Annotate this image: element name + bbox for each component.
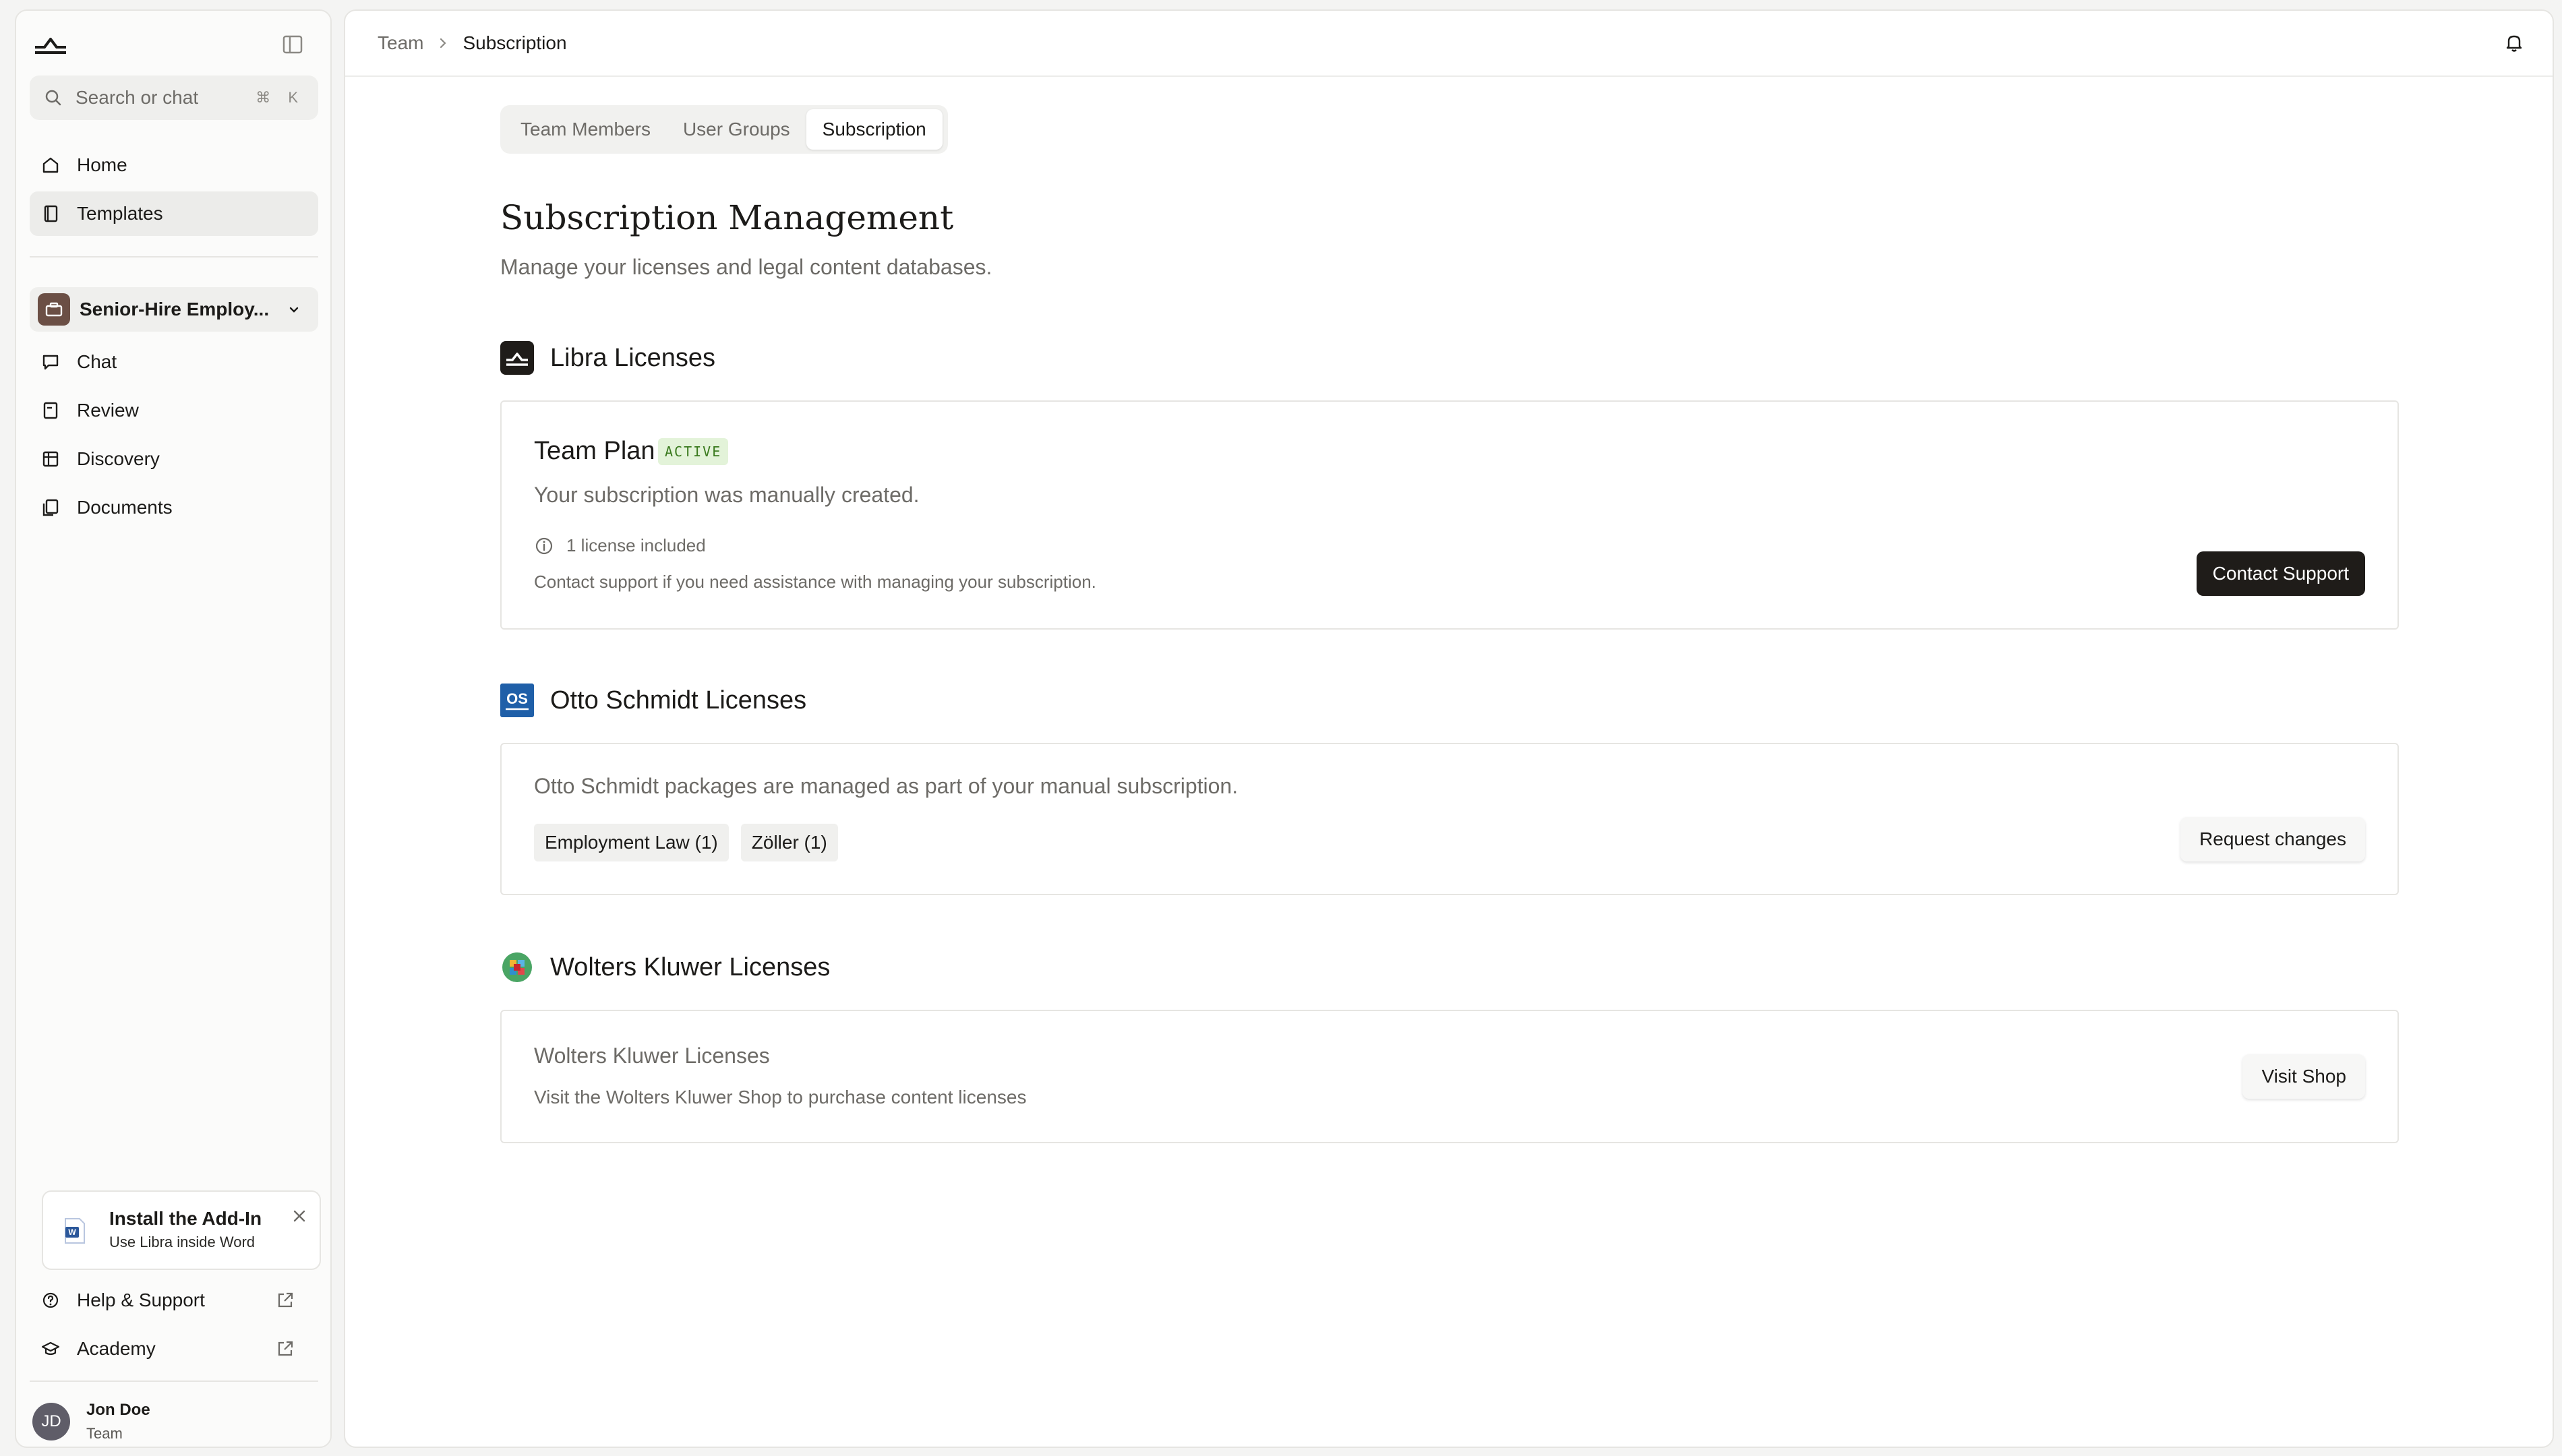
request-changes-button[interactable]: Request changes (2180, 817, 2365, 861)
review-icon (43, 402, 58, 419)
home-icon (42, 157, 59, 173)
page-title: Subscription Management (500, 198, 954, 237)
tab-subscription[interactable]: Subscription (806, 109, 943, 150)
contact-support-button[interactable]: Contact Support (2196, 551, 2365, 596)
wolters-kluwer-card: Wolters Kluwer Licenses Visit the Wolter… (500, 1010, 2399, 1143)
sidebar-item-help[interactable]: Help & Support (30, 1278, 318, 1323)
tab-user-groups[interactable]: User Groups (667, 109, 806, 150)
otto-schmidt-logo-icon: OS (500, 684, 534, 717)
sidebar-item-documents[interactable]: Documents (30, 485, 318, 530)
wolters-kluwer-logo-icon (502, 952, 532, 982)
info-icon (535, 537, 553, 554)
sidebar-item-label: Academy (77, 1338, 156, 1359)
table-icon (42, 451, 59, 467)
package-list: Employment Law (1) Zöller (1) (534, 824, 838, 861)
user-name: Jon Doe (86, 1401, 150, 1419)
settings-tabs: Team Members User Groups Subscription (500, 105, 948, 154)
visit-shop-button[interactable]: Visit Shop (2242, 1054, 2365, 1099)
external-link-icon (278, 1292, 293, 1308)
libra-section-header: Libra Licenses (500, 341, 715, 375)
libra-plan-card: Team Plan ACTIVE Your subscription was m… (500, 400, 2399, 630)
sidebar-item-templates[interactable]: Templates (30, 191, 318, 236)
otto-logo-text: OS (506, 690, 528, 707)
wolters-card-title: Wolters Kluwer Licenses (534, 1043, 770, 1068)
search-shortcut: ⌘ K (256, 89, 305, 106)
chevron-right-icon (440, 38, 447, 49)
addin-title: Install the Add-In (109, 1208, 262, 1229)
search-icon (45, 90, 61, 106)
book-icon (44, 205, 58, 222)
search-input[interactable]: Search or chat ⌘ K (30, 75, 318, 120)
chevron-down-icon (289, 307, 299, 313)
sidebar-item-home[interactable]: Home (30, 143, 318, 187)
topbar: Team Subscription (345, 11, 2553, 77)
section-title: Wolters Kluwer Licenses (550, 952, 831, 981)
chat-icon (42, 355, 59, 370)
avatar: JD (32, 1403, 70, 1440)
graduation-cap-icon (41, 1341, 60, 1356)
otto-description: Otto Schmidt packages are managed as par… (534, 774, 1239, 798)
sidebar-divider (30, 256, 318, 257)
sidebar-item-label: Templates (77, 203, 163, 224)
wolters-section-header: Wolters Kluwer Licenses (500, 950, 830, 984)
sidebar-item-label: Review (77, 400, 139, 421)
plan-name: Team Plan (534, 437, 655, 465)
breadcrumb-current: Subscription (463, 32, 567, 53)
section-title: Libra Licenses (550, 343, 716, 372)
otto-section-header: OS Otto Schmidt Licenses (500, 684, 806, 717)
sidebar-item-label: Documents (77, 497, 173, 518)
otto-schmidt-card: Otto Schmidt packages are managed as par… (500, 743, 2399, 895)
sidebar-divider (30, 1381, 318, 1382)
breadcrumb-team[interactable]: Team (378, 32, 423, 54)
section-title: Otto Schmidt Licenses (550, 686, 807, 715)
briefcase-icon (38, 293, 70, 326)
help-icon (42, 1292, 59, 1308)
libra-logo-icon (500, 341, 534, 375)
page-subtitle: Manage your licenses and legal content d… (500, 255, 992, 279)
sidebar-item-label: Help & Support (77, 1290, 205, 1310)
sidebar-item-label: Chat (77, 351, 117, 372)
workspace-selector[interactable]: Senior-Hire Employ... (30, 287, 318, 332)
collapse-sidebar-icon[interactable] (280, 32, 305, 57)
bell-icon[interactable] (2503, 31, 2526, 54)
sidebar-item-review[interactable]: Review (30, 388, 318, 433)
main-panel: Team Subscription Team Members User Grou… (344, 9, 2554, 1448)
word-icon: W (65, 1218, 85, 1244)
user-profile[interactable]: JD Jon Doe Team (32, 1398, 150, 1445)
wolters-card-text: Visit the Wolters Kluwer Shop to purchas… (534, 1087, 1027, 1108)
status-badge: ACTIVE (658, 438, 729, 465)
package-chip: Zöller (1) (740, 824, 838, 861)
license-count-row: 1 license included (534, 535, 706, 556)
plan-help-text: Contact support if you need assistance w… (534, 572, 1096, 592)
user-role: Team (86, 1425, 123, 1442)
install-addin-card[interactable]: W Install the Add-In Use Libra inside Wo… (42, 1190, 321, 1270)
close-icon[interactable] (290, 1207, 309, 1225)
search-placeholder: Search or chat (76, 87, 199, 108)
sidebar-item-academy[interactable]: Academy (30, 1327, 318, 1371)
tab-team-members[interactable]: Team Members (504, 109, 667, 150)
external-link-icon (278, 1341, 293, 1356)
documents-icon (42, 499, 59, 516)
sidebar: Search or chat ⌘ K Home Templates Senior… (15, 9, 332, 1448)
addin-subtitle: Use Libra inside Word (109, 1234, 256, 1250)
license-count: 1 license included (566, 535, 706, 555)
package-chip: Employment Law (1) (534, 824, 729, 861)
sidebar-item-chat[interactable]: Chat (30, 340, 318, 384)
workspace-name: Senior-Hire Employ... (80, 299, 270, 320)
svg-text:W: W (68, 1227, 76, 1237)
sidebar-item-discovery[interactable]: Discovery (30, 437, 318, 481)
sidebar-item-label: Home (77, 154, 127, 175)
libra-logo-icon[interactable] (32, 31, 69, 58)
sidebar-item-label: Discovery (77, 448, 160, 469)
breadcrumb: Team Subscription (378, 32, 567, 54)
plan-description: Your subscription was manually created. (534, 483, 920, 507)
